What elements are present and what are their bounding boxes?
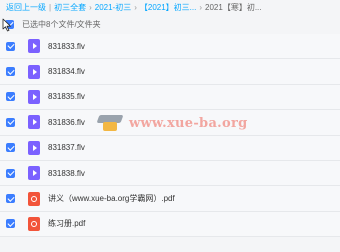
file-row[interactable]: 831833.flv [0,34,340,60]
video-file-icon [28,89,40,104]
file-name[interactable]: 练习册.pdf [48,218,85,229]
file-name[interactable]: 831835.flv [48,92,85,101]
file-checkbox[interactable] [6,67,15,77]
video-file-icon [28,64,40,79]
video-file-icon [28,140,40,155]
breadcrumb-separator: › [89,2,92,12]
breadcrumb-separator: › [134,2,137,12]
file-checkbox[interactable] [6,219,15,229]
file-name[interactable]: 831837.flv [48,143,85,152]
file-name[interactable]: 831833.flv [48,42,85,51]
file-row[interactable]: 831837.flv [0,135,340,161]
breadcrumb-item-1[interactable]: 初三全套 [54,2,86,13]
mouse-cursor-icon [2,18,11,32]
breadcrumb: 返回上一级 | 初三全套 › 2021-初三 › 【2021】初三... › 2… [0,0,340,14]
file-name[interactable]: 831838.flv [48,169,85,178]
file-checkbox[interactable] [6,194,15,204]
file-list: 831833.flv 831834.flv 831835.flv 831836.… [0,34,340,238]
file-row[interactable]: 练习册.pdf [0,211,340,238]
file-name[interactable]: 讲义（www.xue-ba.org学霸网）.pdf [48,193,175,204]
pdf-file-icon [28,191,40,206]
breadcrumb-item-2[interactable]: 2021-初三 [95,2,131,13]
file-row[interactable]: 831834.flv [0,59,340,85]
file-name[interactable]: 831834.flv [48,67,85,76]
file-checkbox[interactable] [6,117,15,127]
file-row[interactable]: 831836.flv [0,110,340,136]
video-file-icon [28,115,40,130]
video-file-icon [28,166,40,181]
breadcrumb-current: 2021【寒】初... [205,2,262,12]
pdf-file-icon [28,216,40,231]
breadcrumb-separator: › [199,2,203,12]
video-file-icon [28,39,40,54]
file-checkbox[interactable] [6,92,15,102]
file-checkbox[interactable] [6,143,15,153]
file-row[interactable]: 831838.flv [0,160,340,187]
file-name[interactable]: 831836.flv [48,118,85,127]
selection-count-text: 已选中8个文件/文件夹 [22,19,101,29]
selection-bar: 已选中8个文件/文件夹 [0,14,340,34]
file-checkbox[interactable] [6,168,15,178]
breadcrumb-separator: | [49,2,52,12]
file-row[interactable]: 讲义（www.xue-ba.org学霸网）.pdf [0,186,340,212]
breadcrumb-item-3[interactable]: 【2021】初三... [140,2,196,13]
file-row[interactable]: 831835.flv [0,84,340,111]
breadcrumb-back-link[interactable]: 返回上一级 [6,2,46,13]
file-checkbox[interactable] [6,41,15,51]
